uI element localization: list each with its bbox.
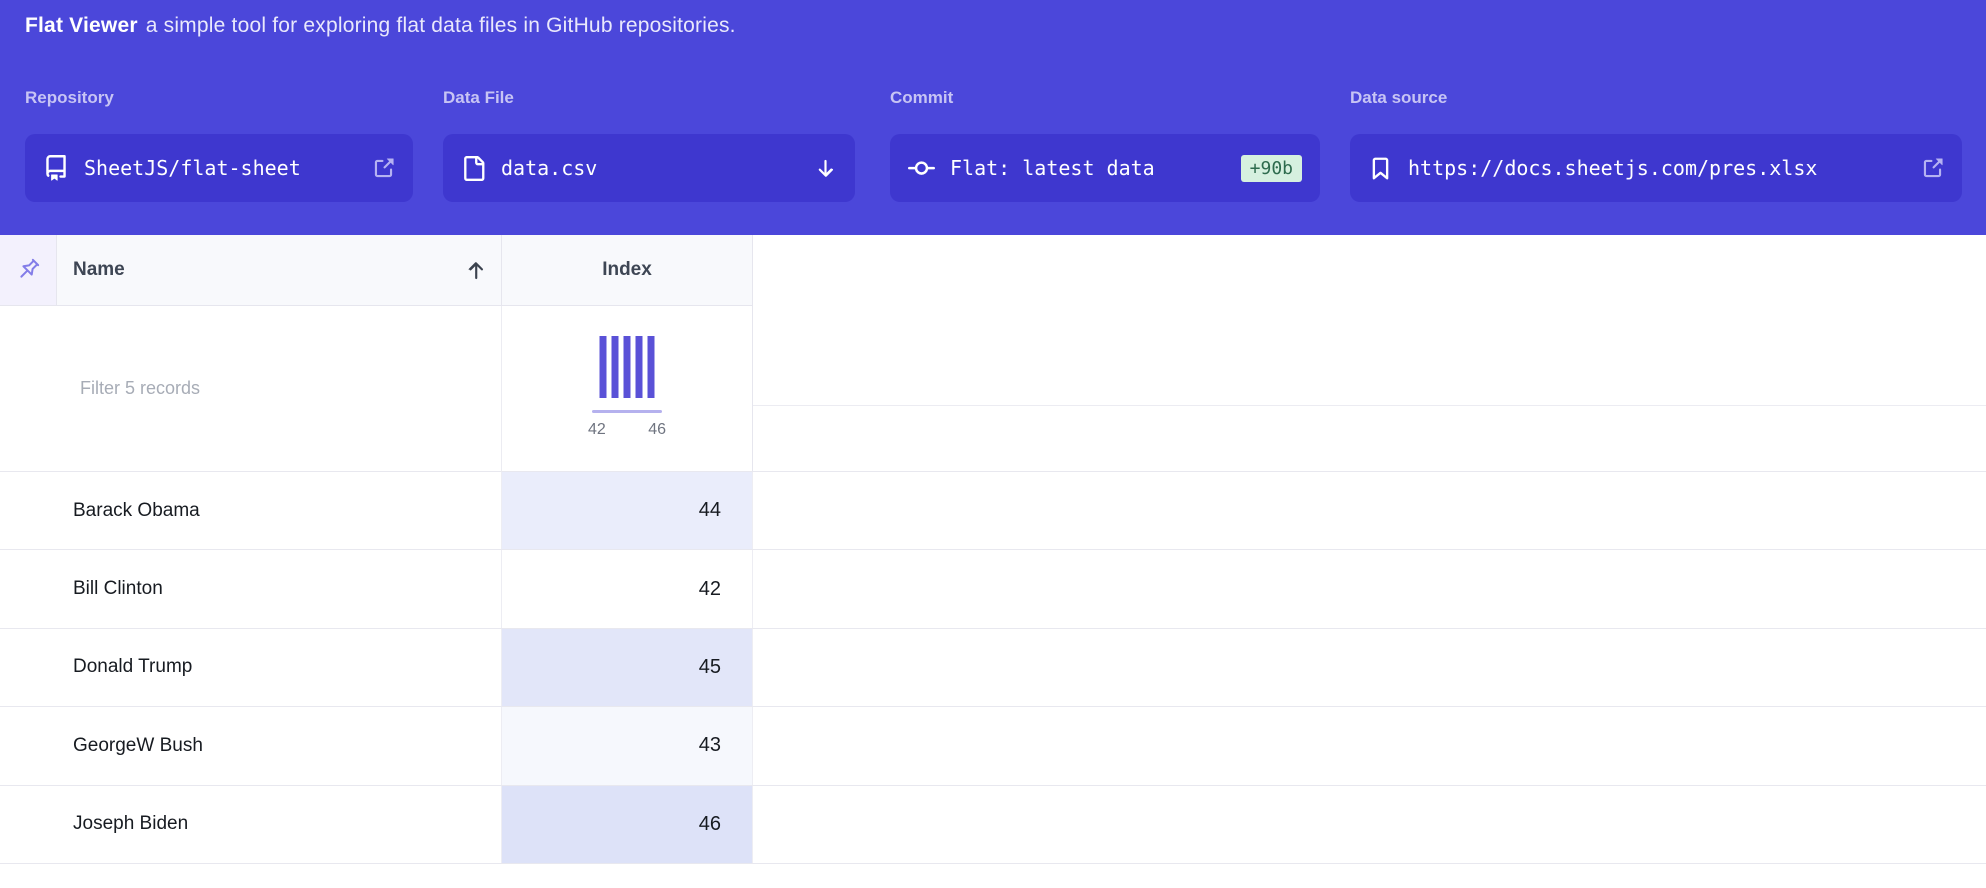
histogram-range-labels: 42 46 [588,421,666,439]
row-empty-cell [753,629,1986,706]
grid-filter-empty [753,306,1986,472]
filter-input[interactable] [0,378,501,399]
row-empty-cell [753,707,1986,784]
data-source-value: https://docs.sheetjs.com/pres.xlsx [1408,156,1817,180]
arrow-down-icon[interactable] [814,157,837,180]
column-header-name-label: Name [73,259,125,281]
histogram-bar [600,336,607,398]
data-source-link[interactable]: https://docs.sheetjs.com/pres.xlsx [1350,134,1962,202]
data-file-value: data.csv [501,156,597,180]
row-pin-cell[interactable] [0,629,57,706]
table-row[interactable]: Donald Trump 45 [0,629,1986,707]
pin-icon [13,255,43,285]
data-source-label: Data source [1350,88,1962,134]
histogram-min-label: 42 [588,421,606,439]
index-cell[interactable]: 45 [502,629,753,706]
app-title: Flat Viewer a simple tool for exploring f… [25,14,736,38]
app-title-bold: Flat Viewer [25,14,138,37]
repository-picker[interactable]: SheetJS/flat-sheet [25,134,413,202]
row-pin-cell[interactable] [0,472,57,549]
column-header-index[interactable]: Index [502,235,753,306]
histogram-bar [648,336,655,398]
histogram-bar [636,336,643,398]
index-cell[interactable]: 44 [502,472,753,549]
column-header-name[interactable]: Name [57,235,502,306]
index-cell[interactable]: 43 [502,707,753,784]
name-cell[interactable]: Barack Obama [57,472,502,549]
commit-label: Commit [890,88,1320,134]
git-commit-icon [908,155,935,182]
row-empty-cell [753,550,1986,627]
name-cell[interactable]: GeorgeW Bush [57,707,502,784]
histogram-max-label: 46 [648,421,666,439]
index-cell[interactable]: 42 [502,550,753,627]
table-row[interactable]: Bill Clinton 42 [0,550,1986,628]
grid-header-empty [753,235,1986,306]
repository-selector: Repository SheetJS/flat-sheet [25,88,413,202]
data-source-selector: Data source https://docs.sheetjs.com/pre… [1350,88,1962,202]
index-cell[interactable]: 46 [502,786,753,863]
index-histogram [600,336,655,398]
row-pin-cell[interactable] [0,550,57,627]
table-row[interactable]: GeorgeW Bush 43 [0,707,1986,785]
app-title-rest: a simple tool for exploring flat data fi… [146,14,736,37]
histogram-bar [612,336,619,398]
grid-divider [753,405,1986,406]
data-grid: Name Index 42 46 B [0,235,1986,864]
row-empty-cell [753,472,1986,549]
sort-ascending-icon[interactable] [464,259,487,282]
index-histogram-cell[interactable]: 42 46 [502,306,753,472]
commit-diff-badge: +90b [1241,155,1302,182]
row-pin-cell[interactable] [0,786,57,863]
filter-cell [0,306,502,472]
grid-header-row: Name Index [0,235,1986,306]
commit-selector: Commit Flat: latest data +90b [890,88,1320,202]
external-link-icon[interactable] [1921,157,1944,180]
grid-filter-row: 42 46 [0,306,1986,472]
row-pin-cell[interactable] [0,707,57,784]
bookmark-icon [1368,156,1393,181]
row-empty-cell [753,786,1986,863]
table-row[interactable]: Barack Obama 44 [0,472,1986,550]
repository-label: Repository [25,88,413,134]
histogram-bar [624,336,631,398]
histogram-range-line [592,410,662,413]
name-cell[interactable]: Bill Clinton [57,550,502,627]
repository-value: SheetJS/flat-sheet [84,156,301,180]
data-file-selector: Data File data.csv [443,88,855,202]
app-header: Flat Viewer a simple tool for exploring f… [0,0,1986,235]
commit-picker[interactable]: Flat: latest data +90b [890,134,1320,202]
table-row[interactable]: Joseph Biden 46 [0,786,1986,864]
file-icon [461,156,486,181]
column-header-index-label: Index [602,259,652,281]
data-file-label: Data File [443,88,855,134]
commit-message: Flat: latest data [950,156,1155,180]
data-file-picker[interactable]: data.csv [443,134,855,202]
pin-column-header[interactable] [0,235,57,306]
name-cell[interactable]: Donald Trump [57,629,502,706]
repo-book-icon [43,155,69,181]
external-link-icon[interactable] [372,157,395,180]
name-cell[interactable]: Joseph Biden [57,786,502,863]
